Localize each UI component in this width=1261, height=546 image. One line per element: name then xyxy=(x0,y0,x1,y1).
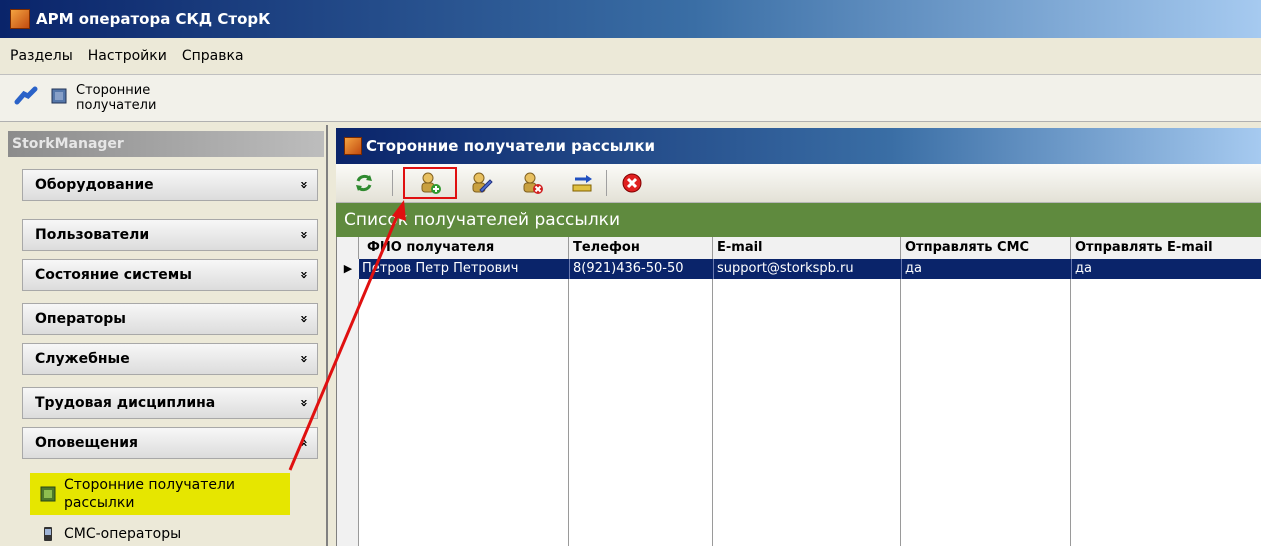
menu-nastroyki[interactable]: Настройки xyxy=(83,48,172,64)
cell-send-sms[interactable]: да xyxy=(901,259,1071,279)
menu-spravka[interactable]: Справка xyxy=(177,48,249,64)
group-label: Операторы xyxy=(35,311,126,327)
column-fio xyxy=(359,237,569,546)
column-header-fio[interactable]: ФИО получателя xyxy=(363,237,569,259)
app-icon xyxy=(10,9,30,29)
current-row-indicator-icon: ▶ xyxy=(337,259,359,279)
refresh-icon xyxy=(356,174,372,192)
group-notifications[interactable]: Оповещения « xyxy=(22,427,318,459)
toolbar-separator xyxy=(392,170,393,196)
chevron-down-icon[interactable]: » xyxy=(288,271,318,279)
group-system-state[interactable]: Состояние системы » xyxy=(22,259,318,291)
close-icon xyxy=(622,173,642,193)
group-label: Трудовая дисциплина xyxy=(35,395,216,411)
nav-toolbar: Сторонние получатели xyxy=(0,75,1261,122)
menu-razdely[interactable]: Разделы xyxy=(5,48,78,64)
group-labor-discipline[interactable]: Трудовая дисциплина » xyxy=(22,387,318,419)
table-row[interactable]: ▶ Петров Петр Петрович 8(921)436-50-50 s… xyxy=(337,259,1261,279)
group-label: Служебные xyxy=(35,351,130,367)
sidebar-item-label: Сторонние получатели рассылки xyxy=(64,476,235,512)
chevron-up-icon[interactable]: « xyxy=(288,439,318,447)
recipients-table: ФИО получателя Телефон E-mail Отправлять… xyxy=(336,237,1261,546)
delete-recipient-button[interactable] xyxy=(518,169,546,197)
sidebar-item-label: СМС-операторы xyxy=(64,526,182,542)
group-users[interactable]: Пользователи » xyxy=(22,219,318,251)
panel-title-bar: Сторонние получатели рассылки xyxy=(336,128,1261,164)
nav-recipients-label[interactable]: Сторонние получатели xyxy=(76,83,156,113)
group-service[interactable]: Служебные » xyxy=(22,343,318,375)
column-email xyxy=(713,237,901,546)
panel-toolbar xyxy=(336,164,1261,203)
group-operators[interactable]: Операторы » xyxy=(22,303,318,335)
menu-bar: Разделы Настройки Справка xyxy=(0,38,1261,75)
list-caption: Список получателей рассылки xyxy=(336,203,1261,237)
add-recipient-button[interactable] xyxy=(403,167,457,199)
column-header-email[interactable]: E-mail xyxy=(713,237,901,259)
group-label: Пользователи xyxy=(35,227,150,243)
column-phone xyxy=(569,237,713,546)
group-label: Состояние системы xyxy=(35,267,192,283)
group-label: Оборудование xyxy=(35,177,154,193)
sidebar-item-sms-operators[interactable]: СМС-операторы xyxy=(30,523,290,545)
column-send-email xyxy=(1071,237,1261,546)
close-button[interactable] xyxy=(618,169,646,197)
chevron-down-icon[interactable]: » xyxy=(288,355,318,363)
add-user-icon xyxy=(421,172,441,194)
recipients-icon xyxy=(40,486,56,502)
cell-send-email[interactable]: да xyxy=(1071,259,1261,279)
cell-phone[interactable]: 8(921)436-50-50 xyxy=(569,259,713,279)
cell-email[interactable]: support@storkspb.ru xyxy=(713,259,901,279)
sub-label-line2: рассылки xyxy=(64,495,135,511)
recipients-panel: Сторонние получатели рассылки Список пол… xyxy=(336,128,1261,546)
column-header-phone[interactable]: Телефон xyxy=(569,237,713,259)
export-icon xyxy=(572,175,592,192)
chevron-down-icon[interactable]: » xyxy=(288,231,318,239)
panel-title: Сторонние получатели рассылки xyxy=(366,137,656,155)
column-header-send-email[interactable]: Отправлять E-mail xyxy=(1071,237,1261,259)
chevron-down-icon[interactable]: » xyxy=(288,181,318,189)
export-button[interactable] xyxy=(568,169,596,197)
recipients-nav-icon[interactable] xyxy=(50,87,68,109)
sub-label-line1: Сторонние получатели xyxy=(64,477,236,493)
window-title: АРМ оператора СКД СторК xyxy=(36,10,271,28)
toolbar-separator xyxy=(606,170,607,196)
refresh-button[interactable] xyxy=(350,169,378,197)
column-send-sms xyxy=(901,237,1071,546)
nav-label-line1: Сторонние xyxy=(76,83,151,98)
edit-recipient-button[interactable] xyxy=(468,169,496,197)
nav-label-line2: получатели xyxy=(76,98,157,113)
group-equipment[interactable]: Оборудование » xyxy=(22,169,318,201)
connect-icon[interactable] xyxy=(14,86,38,110)
row-indicator-column xyxy=(337,237,359,546)
edit-user-icon xyxy=(472,172,493,193)
panel-icon xyxy=(344,137,362,155)
title-bar: АРМ оператора СКД СторК xyxy=(0,0,1261,38)
chevron-down-icon[interactable]: » xyxy=(288,399,318,407)
delete-user-icon xyxy=(523,172,543,194)
phone-icon xyxy=(44,527,52,541)
chevron-down-icon[interactable]: » xyxy=(288,315,318,323)
sidebar-item-third-party-recipients[interactable]: Сторонние получатели рассылки xyxy=(30,473,290,515)
group-label: Оповещения xyxy=(35,435,138,451)
column-header-send-sms[interactable]: Отправлять СМС xyxy=(901,237,1071,259)
left-panel: StorkManager Оборудование » Пользователи… xyxy=(0,125,328,546)
left-panel-header: StorkManager xyxy=(8,131,324,157)
cell-fio[interactable]: Петров Петр Петрович xyxy=(359,259,569,279)
